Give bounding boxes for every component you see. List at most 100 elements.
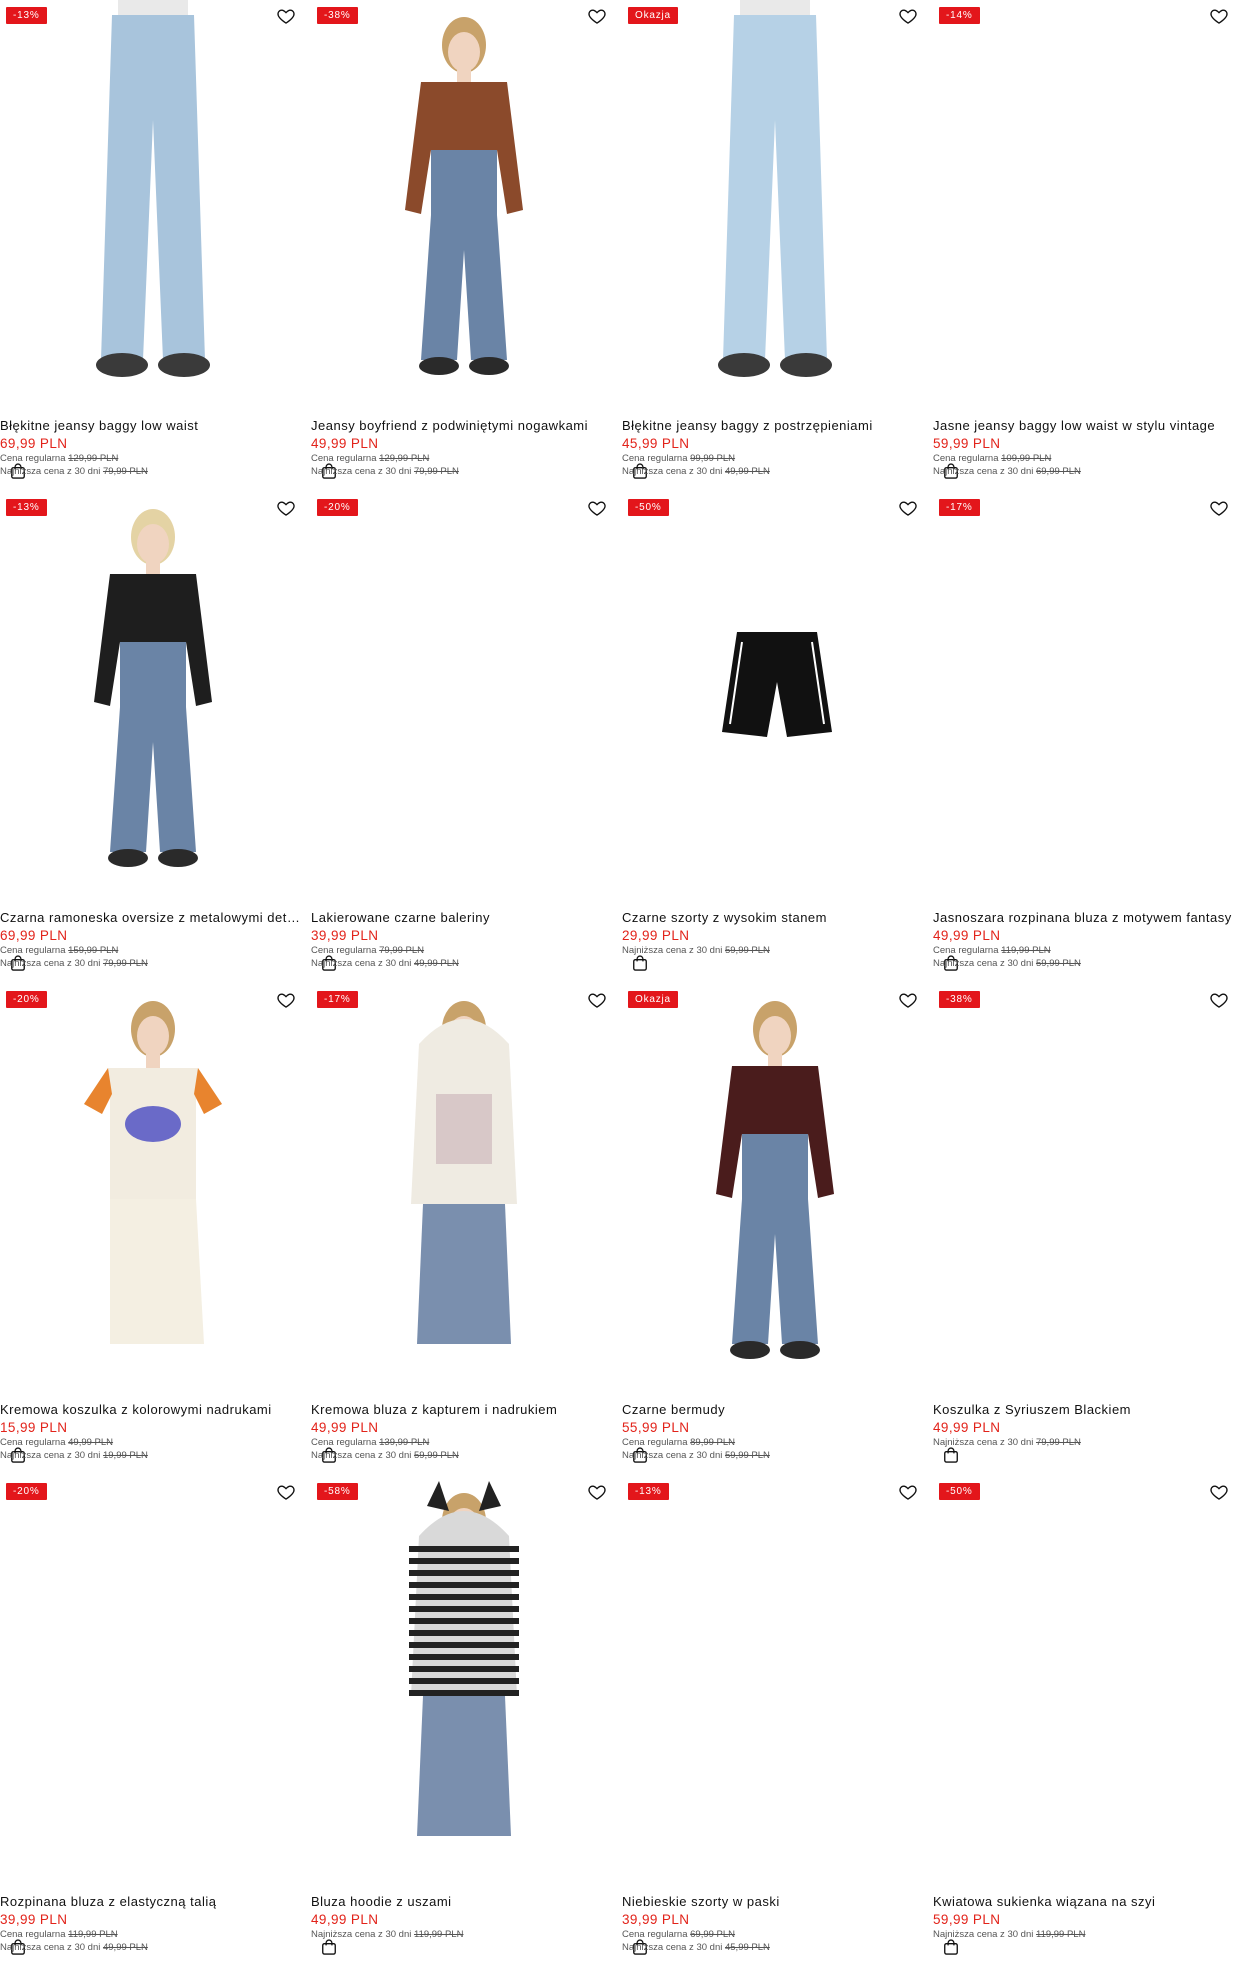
- heart-outline-icon[interactable]: [587, 6, 607, 26]
- product-card[interactable]: -38% Jeansy boyfriend z podwiniętymi nog…: [311, 0, 617, 486]
- lowest-price-label: Najniższa cena z 30 dni: [933, 958, 1034, 969]
- heart-outline-icon[interactable]: [276, 498, 296, 518]
- product-card[interactable]: -20% Lakierowane czarne baleriny 39,99 P…: [311, 492, 617, 978]
- regular-price: 79,99 PLN: [379, 945, 425, 956]
- product-image[interactable]: [622, 984, 928, 1389]
- lowest-price-line: Najniższa cena z 30 dni 59,99 PLN: [933, 958, 1239, 970]
- discount-badge: -50%: [939, 1483, 980, 1500]
- product-card[interactable]: -13% Błękitne jeansy baggy low waist 69,…: [0, 0, 306, 486]
- product-name[interactable]: Kwiatowa sukienka wiązana na szyi: [933, 1894, 1239, 1910]
- product-image[interactable]: [0, 1476, 306, 1881]
- lowest-price-line: Najniższa cena z 30 dni 59,99 PLN: [622, 1450, 928, 1462]
- product-image[interactable]: [0, 984, 306, 1389]
- product-image[interactable]: [0, 492, 306, 897]
- lowest-price-line: Najniższa cena z 30 dni 119,99 PLN: [311, 1929, 617, 1941]
- product-name[interactable]: Rozpinana bluza z elastyczną talią: [0, 1894, 306, 1910]
- product-price: 45,99 PLN: [622, 436, 690, 451]
- lowest-price-line: Najniższa cena z 30 dni 45,99 PLN: [622, 1942, 928, 1954]
- product-name[interactable]: Jasne jeansy baggy low waist w stylu vin…: [933, 418, 1239, 434]
- heart-outline-icon[interactable]: [1209, 1482, 1229, 1502]
- product-price: 39,99 PLN: [0, 1912, 68, 1927]
- product-card[interactable]: -50% Kwiatowa sukienka wiązana na szyi 5…: [933, 1476, 1239, 1962]
- lowest-price-line: Najniższa cena z 30 dni 119,99 PLN: [933, 1929, 1239, 1941]
- product-image[interactable]: [311, 1476, 617, 1881]
- heart-outline-icon[interactable]: [276, 1482, 296, 1502]
- product-card[interactable]: Okazja Czarne bermudy 55,99 PLN Cena reg…: [622, 984, 928, 1470]
- product-price: 49,99 PLN: [311, 1912, 379, 1927]
- product-card[interactable]: -17% Kremowa bluza z kapturem i nadrukie…: [311, 984, 617, 1470]
- heart-outline-icon[interactable]: [276, 6, 296, 26]
- product-image[interactable]: [933, 984, 1239, 1389]
- regular-price-line: Cena regularna 129,99 PLN: [311, 453, 617, 465]
- regular-price-line: Cena regularna 79,99 PLN: [311, 945, 617, 957]
- product-card[interactable]: -13% Czarna ramoneska oversize z metalow…: [0, 492, 306, 978]
- product-info: Błękitne jeansy baggy z postrzępieniami …: [622, 418, 928, 478]
- regular-price-label: Cena regularna: [933, 945, 999, 956]
- product-name[interactable]: Kremowa bluza z kapturem i nadrukiem: [311, 1402, 617, 1418]
- regular-price: 89,99 PLN: [690, 1437, 736, 1448]
- product-name[interactable]: Niebieskie szorty w paski: [622, 1894, 928, 1910]
- regular-price: 99,99 PLN: [690, 453, 736, 464]
- discount-badge: -14%: [939, 7, 980, 24]
- product-card[interactable]: -50% Czarne szorty z wysokim stanem 29,9…: [622, 492, 928, 978]
- lowest-price-label: Najniższa cena z 30 dni: [0, 1942, 101, 1953]
- product-image[interactable]: [0, 0, 306, 405]
- product-info: Koszulka z Syriuszem Blackiem 49,99 PLN …: [933, 1402, 1239, 1449]
- discount-badge: -58%: [317, 1483, 358, 1500]
- lowest-price: 49,99 PLN: [413, 958, 459, 969]
- product-name[interactable]: Bluza hoodie z uszami: [311, 1894, 617, 1910]
- product-card[interactable]: -14% Jasne jeansy baggy low waist w styl…: [933, 0, 1239, 486]
- product-card[interactable]: -17% Jasnoszara rozpinana bluza z motywe…: [933, 492, 1239, 978]
- discount-badge: -20%: [6, 1483, 47, 1500]
- lowest-price: 59,99 PLN: [724, 945, 770, 956]
- product-image[interactable]: [933, 492, 1239, 897]
- lowest-price-line: Najniższa cena z 30 dni 79,99 PLN: [933, 1437, 1239, 1449]
- product-name[interactable]: Jasnoszara rozpinana bluza z motywem fan…: [933, 910, 1239, 926]
- product-name[interactable]: Kremowa koszulka z kolorowymi nadrukami: [0, 1402, 306, 1418]
- lowest-price-label: Najniższa cena z 30 dni: [622, 466, 723, 477]
- product-card[interactable]: -38% Koszulka z Syriuszem Blackiem 49,99…: [933, 984, 1239, 1470]
- heart-outline-icon[interactable]: [898, 498, 918, 518]
- regular-price-line: Cena regularna 109,99 PLN: [933, 453, 1239, 465]
- regular-price: 69,99 PLN: [690, 1929, 736, 1940]
- heart-outline-icon[interactable]: [898, 990, 918, 1010]
- heart-outline-icon[interactable]: [1209, 990, 1229, 1010]
- regular-price-label: Cena regularna: [622, 453, 688, 464]
- product-card[interactable]: -13% Niebieskie szorty w paski 39,99 PLN…: [622, 1476, 928, 1962]
- heart-outline-icon[interactable]: [1209, 6, 1229, 26]
- product-image[interactable]: [311, 492, 617, 897]
- product-image[interactable]: [933, 0, 1239, 405]
- heart-outline-icon[interactable]: [898, 1482, 918, 1502]
- heart-outline-icon[interactable]: [587, 1482, 607, 1502]
- product-name[interactable]: Jeansy boyfriend z podwiniętymi nogawkam…: [311, 418, 617, 434]
- regular-price: 159,99 PLN: [68, 945, 119, 956]
- product-name[interactable]: Czarna ramoneska oversize z metalowymi d…: [0, 910, 306, 926]
- product-name[interactable]: Błękitne jeansy baggy low waist: [0, 418, 306, 434]
- lowest-price-label: Najniższa cena z 30 dni: [0, 958, 101, 969]
- heart-outline-icon[interactable]: [587, 990, 607, 1010]
- product-name[interactable]: Błękitne jeansy baggy z postrzępieniami: [622, 418, 928, 434]
- heart-outline-icon[interactable]: [276, 990, 296, 1010]
- product-name[interactable]: Lakierowane czarne baleriny: [311, 910, 617, 926]
- heart-outline-icon[interactable]: [587, 498, 607, 518]
- product-name[interactable]: Czarne bermudy: [622, 1402, 928, 1418]
- regular-price-label: Cena regularna: [0, 1929, 66, 1940]
- discount-badge: -13%: [6, 499, 47, 516]
- product-price: 49,99 PLN: [311, 436, 379, 451]
- heart-outline-icon[interactable]: [898, 6, 918, 26]
- product-image[interactable]: [622, 1476, 928, 1881]
- product-card[interactable]: Okazja Błękitne jeansy baggy z postrzępi…: [622, 0, 928, 486]
- product-card[interactable]: -20% Kremowa koszulka z kolorowymi nadru…: [0, 984, 306, 1470]
- product-card[interactable]: -58% Bluza hoodie z uszami 49,99 PLN Naj…: [311, 1476, 617, 1962]
- product-info: Jeansy boyfriend z podwiniętymi nogawkam…: [311, 418, 617, 478]
- heart-outline-icon[interactable]: [1209, 498, 1229, 518]
- lowest-price: 45,99 PLN: [724, 1942, 770, 1953]
- product-image[interactable]: [933, 1476, 1239, 1881]
- product-image[interactable]: [622, 492, 928, 897]
- product-image[interactable]: [311, 984, 617, 1389]
- product-name[interactable]: Czarne szorty z wysokim stanem: [622, 910, 928, 926]
- product-image[interactable]: [311, 0, 617, 405]
- product-name[interactable]: Koszulka z Syriuszem Blackiem: [933, 1402, 1239, 1418]
- product-image[interactable]: [622, 0, 928, 405]
- product-card[interactable]: -20% Rozpinana bluza z elastyczną talią …: [0, 1476, 306, 1962]
